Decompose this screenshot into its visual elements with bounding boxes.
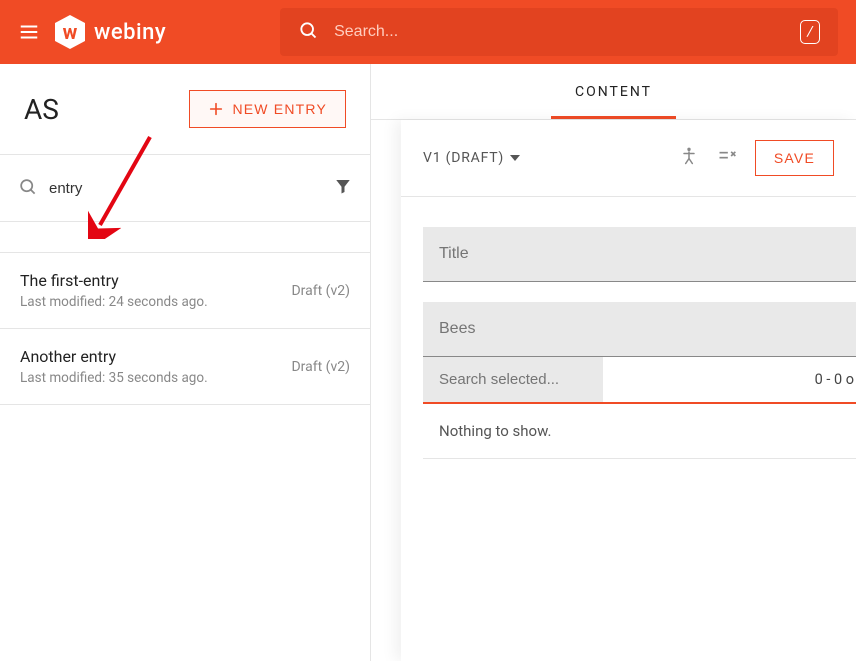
reference-count: 0 - 0 o bbox=[815, 371, 856, 388]
save-button[interactable]: SAVE bbox=[755, 140, 834, 176]
brand-logo[interactable]: w webiny bbox=[54, 14, 166, 50]
ref-field-label[interactable] bbox=[423, 302, 856, 357]
slash-shortcut-icon: / bbox=[800, 20, 820, 44]
reference-toolbar: 0 - 0 o bbox=[423, 357, 856, 404]
topbar: w webiny / bbox=[0, 0, 856, 64]
sidebar-header: AS NEW ENTRY bbox=[0, 64, 370, 154]
tab-content[interactable]: CONTENT bbox=[551, 68, 676, 119]
entry-item[interactable]: Another entry Last modified: 35 seconds … bbox=[0, 329, 370, 405]
brand-name: webiny bbox=[94, 20, 166, 45]
reference-search-input[interactable] bbox=[423, 357, 603, 402]
content-tabs: CONTENT bbox=[371, 64, 856, 120]
global-search[interactable]: / bbox=[280, 8, 838, 56]
entry-detail-panel: CONTENT V1 (DRAFT) bbox=[371, 64, 856, 661]
content-body: V1 (DRAFT) SAVE bbox=[401, 120, 856, 661]
entry-list-panel: AS NEW ENTRY bbox=[0, 64, 371, 661]
entry-title: Another entry bbox=[20, 347, 208, 366]
content-toolbar: V1 (DRAFT) SAVE bbox=[401, 120, 856, 197]
hamburger-menu-icon[interactable] bbox=[18, 21, 40, 43]
version-label: V1 (DRAFT) bbox=[423, 150, 504, 166]
entry-status: Draft (v2) bbox=[291, 283, 350, 299]
entry-list: The first-entry Last modified: 24 second… bbox=[0, 252, 370, 661]
collapse-list-icon[interactable] bbox=[717, 146, 737, 170]
global-search-input[interactable] bbox=[334, 23, 784, 41]
chevron-down-icon bbox=[510, 153, 520, 163]
plus-icon bbox=[208, 101, 224, 117]
new-entry-label: NEW ENTRY bbox=[232, 101, 327, 117]
fields: 0 - 0 o Nothing to show. bbox=[401, 197, 856, 459]
entry-status: Draft (v2) bbox=[291, 359, 350, 375]
svg-text:w: w bbox=[63, 20, 78, 44]
search-icon bbox=[298, 20, 318, 44]
logo-badge-icon: w bbox=[54, 14, 86, 50]
new-entry-button[interactable]: NEW ENTRY bbox=[189, 90, 346, 128]
search-icon bbox=[18, 177, 37, 200]
filter-icon[interactable] bbox=[334, 177, 352, 199]
entry-meta: Last modified: 24 seconds ago. bbox=[20, 294, 208, 310]
entry-title: The first-entry bbox=[20, 271, 208, 290]
accessibility-icon[interactable] bbox=[679, 146, 699, 170]
model-title: AS bbox=[24, 93, 59, 126]
entry-search-input[interactable] bbox=[49, 180, 322, 197]
entry-meta: Last modified: 35 seconds ago. bbox=[20, 370, 208, 386]
entry-item[interactable]: The first-entry Last modified: 24 second… bbox=[0, 253, 370, 329]
title-field[interactable] bbox=[423, 227, 856, 282]
main-area: AS NEW ENTRY bbox=[0, 64, 856, 661]
entry-search-bar bbox=[0, 154, 370, 222]
version-dropdown[interactable]: V1 (DRAFT) bbox=[423, 150, 520, 166]
reference-empty-message: Nothing to show. bbox=[423, 404, 856, 459]
reference-field: 0 - 0 o Nothing to show. bbox=[423, 302, 856, 459]
